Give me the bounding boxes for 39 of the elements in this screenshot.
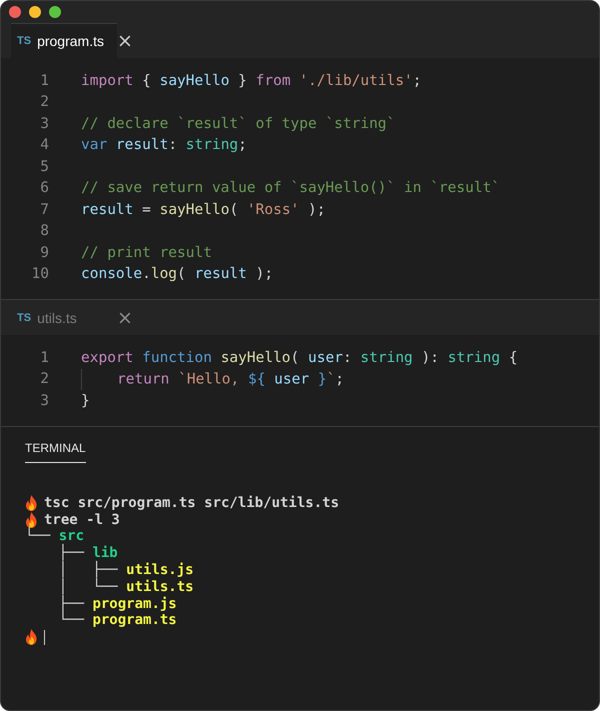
code-line: // save return value of `sayHello()` in `result` xyxy=(81,180,500,196)
editor-tab[interactable]: TS program.ts xyxy=(11,23,117,58)
line-number: 6 xyxy=(39,180,49,196)
code-line: var result: string; xyxy=(81,137,247,154)
terminal-line: ├── lib xyxy=(58,545,118,562)
line-number: 10 xyxy=(30,266,49,282)
line-number: 1 xyxy=(39,350,49,366)
editor-tab[interactable]: TS utils.ts xyxy=(11,300,117,335)
terminal-line: tree -l 3 xyxy=(44,512,120,528)
terminal-line: └── program.ts xyxy=(58,612,177,628)
line-number: 5 xyxy=(39,158,49,175)
line-number: 1 xyxy=(39,72,49,89)
code-line: // declare `result` of type `string` xyxy=(81,116,396,132)
minimize-window-button[interactable] xyxy=(29,6,41,18)
code-line: // print result xyxy=(81,244,212,261)
line-number: 7 xyxy=(39,202,49,218)
terminal-line: tsc src/program.ts src/lib/utils.ts xyxy=(44,494,340,511)
close-button[interactable]: × xyxy=(117,30,133,50)
line-number: 3 xyxy=(39,392,49,409)
code-line: import { sayHello } from './lib/utils'; xyxy=(81,72,422,89)
line-number: 8 xyxy=(39,223,49,240)
terminal-line: └── src xyxy=(25,528,84,544)
code-line: return `Hello, ${ user }`; xyxy=(81,368,344,390)
code-line: } xyxy=(81,392,90,409)
terminal-line: │ └── utils.ts xyxy=(58,578,194,595)
line-number: 2 xyxy=(39,371,49,388)
close-button[interactable]: × xyxy=(117,308,133,328)
maximize-window-button[interactable] xyxy=(49,6,61,18)
line-number: 9 xyxy=(39,244,49,261)
terminal-line: ├── program.js xyxy=(58,596,177,612)
line-number: 4 xyxy=(39,137,49,154)
terminal-line: │ ├── utils.js xyxy=(58,562,194,578)
terminal-tab[interactable]: TERMINAL xyxy=(25,440,86,462)
code-line: export function sayHello( user: string ): string { xyxy=(81,350,518,366)
code-line: console.log( result ); xyxy=(81,266,274,282)
line-number: 2 xyxy=(39,94,49,110)
close-window-button[interactable] xyxy=(9,6,21,18)
code-line: result = sayHello( 'Ross' ); xyxy=(81,202,326,218)
line-number: 3 xyxy=(39,116,49,132)
